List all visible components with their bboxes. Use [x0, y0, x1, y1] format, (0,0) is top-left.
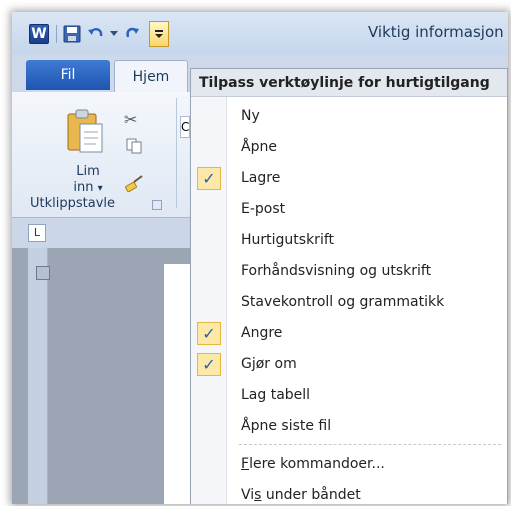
menu-item-forhandsvisning[interactable]: Forhåndsvisning og utskrift: [191, 256, 507, 287]
menu-item-label: Stavekontroll og grammatikk: [241, 294, 445, 310]
menu-item-label: Angre: [241, 325, 283, 341]
menu-item-apne[interactable]: Åpne: [191, 132, 507, 163]
menu-item-more-commands[interactable]: Flere kommandoer...: [191, 449, 507, 480]
menu-item-label: Hurtigutskrift: [241, 232, 335, 248]
undo-icon[interactable]: [85, 23, 107, 45]
menu-item-label: E-post: [241, 201, 286, 217]
clipboard-group: Lim inn ▾ ✂ Utklippstavle: [26, 94, 176, 214]
quick-access-toolbar: W: [28, 21, 169, 47]
checkmark-icon: ✓: [197, 322, 221, 345]
window-title: Viktig informasjon ti: [368, 23, 508, 41]
menu-item-stavekontroll[interactable]: Stavekontroll og grammatikk: [191, 287, 507, 318]
qat-separator: [56, 25, 57, 43]
menu-item-label-start: Vi: [241, 487, 255, 503]
dialog-launcher-icon[interactable]: [152, 200, 162, 210]
ruler-box-icon: [36, 266, 50, 280]
copy-icon[interactable]: [126, 138, 142, 154]
menu-item-label: Gjør om: [241, 356, 297, 372]
paste-label-line2: inn: [73, 180, 94, 195]
tab-home[interactable]: Hjem: [114, 60, 188, 92]
menu-item-label: Lag tabell: [241, 387, 311, 403]
menu-item-label: Flere kommandoer...: [241, 449, 385, 480]
redo-icon[interactable]: [121, 23, 143, 45]
checkmark-icon: ✓: [197, 353, 221, 376]
menu-item-label-end: under båndet: [261, 487, 361, 503]
menu-header: Tilpass verktøylinje for hurtigtilgang: [191, 69, 507, 97]
mnemonic-letter: F: [241, 456, 250, 472]
save-icon[interactable]: [61, 23, 83, 45]
clipboard-group-label: Utklippstavle: [30, 196, 116, 211]
menu-item-ny[interactable]: Ny: [191, 101, 507, 132]
title-bar: W Viktig informasjon ti: [12, 12, 508, 54]
menu-item-gjor-om[interactable]: ✓ Gjør om: [191, 349, 507, 380]
vertical-ruler: [28, 248, 48, 504]
menu-item-label: Åpne: [241, 139, 277, 155]
menu-item-label-rest: lere kommandoer...: [249, 456, 385, 472]
menu-item-label: Lagre: [241, 170, 281, 186]
customize-qat-button[interactable]: [149, 21, 169, 47]
menu-item-angre[interactable]: ✓ Angre: [191, 318, 507, 349]
word-app-icon[interactable]: W: [28, 23, 50, 45]
paste-icon[interactable]: [66, 108, 106, 154]
customize-qat-icon: [155, 30, 163, 38]
paste-dropdown-arrow-icon: ▾: [97, 183, 103, 194]
menu-separator: [239, 444, 501, 445]
menu-item-hurtigutskrift[interactable]: Hurtigutskrift: [191, 225, 507, 256]
tab-file[interactable]: Fil: [26, 60, 110, 90]
tab-selector[interactable]: L: [28, 224, 46, 242]
menu-item-label: Åpne siste fil: [241, 418, 332, 434]
font-name-box[interactable]: C: [180, 116, 190, 138]
menu-item-epost[interactable]: E-post: [191, 194, 507, 225]
format-painter-icon[interactable]: [124, 174, 144, 192]
word-logo: W: [29, 24, 49, 44]
menu-item-label: Vis under båndet: [241, 480, 361, 504]
menu-item-label: Ny: [241, 108, 260, 124]
menu-item-lag-tabell[interactable]: Lag tabell: [191, 380, 507, 411]
group-divider: [176, 98, 177, 208]
checkmark-icon: ✓: [197, 167, 221, 190]
paste-label-line1: Lim: [76, 164, 100, 179]
menu-item-show-below-ribbon[interactable]: Vis under båndet: [191, 480, 507, 504]
undo-dropdown-arrow-icon[interactable]: [109, 23, 119, 45]
word-window: W Viktig informasjon ti Fil Hjem Lim inn…: [12, 12, 508, 504]
menu-item-apne-siste-fil[interactable]: Åpne siste fil: [191, 411, 507, 442]
menu-item-lagre[interactable]: ✓ Lagre: [191, 163, 507, 194]
paste-button[interactable]: Lim inn ▾: [54, 164, 122, 197]
customize-qat-menu: Tilpass verktøylinje for hurtigtilgang N…: [190, 68, 508, 504]
scissors-icon[interactable]: ✂: [124, 110, 137, 129]
menu-item-label: Forhåndsvisning og utskrift: [241, 263, 432, 279]
